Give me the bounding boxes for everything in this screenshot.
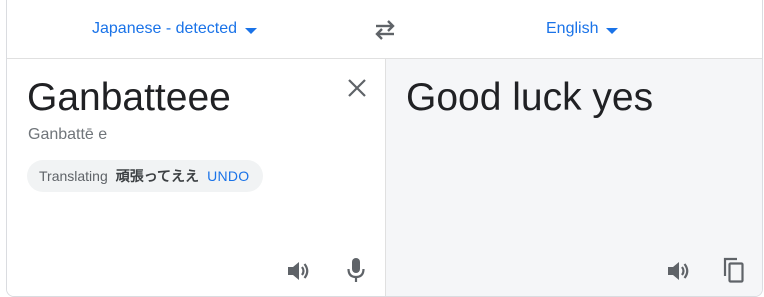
translating-chip: Translating 頑張ってええ UNDO bbox=[27, 160, 264, 192]
undo-button[interactable]: UNDO bbox=[207, 168, 249, 184]
target-language-selector[interactable]: English bbox=[546, 17, 619, 41]
caret-down-icon bbox=[245, 27, 257, 34]
source-language-label: Japanese - detected bbox=[92, 20, 237, 37]
target-panel: Good luck yes bbox=[385, 59, 762, 296]
speaker-icon bbox=[288, 262, 309, 280]
chip-term: 頑張ってええ bbox=[115, 169, 200, 185]
language-bar: Japanese - detected English bbox=[7, 0, 762, 59]
chip-label: Translating bbox=[39, 168, 108, 184]
translate-card: Japanese - detected English Ganbatteee G… bbox=[6, 0, 763, 297]
target-language-label: English bbox=[546, 20, 599, 37]
translation-output: Good luck yes bbox=[406, 76, 654, 119]
speaker-icon bbox=[668, 262, 689, 280]
voice-input-button[interactable] bbox=[342, 256, 370, 284]
swap-languages-icon bbox=[375, 20, 395, 40]
microphone-icon bbox=[347, 258, 365, 282]
caret-down-icon bbox=[606, 27, 619, 34]
copy-translation-button[interactable] bbox=[720, 256, 748, 284]
transliteration: Ganbattē e bbox=[28, 126, 108, 143]
source-language-selector[interactable]: Japanese - detected bbox=[92, 17, 257, 41]
close-icon bbox=[348, 79, 366, 97]
source-panel: Ganbatteee Ganbattē e Translating 頑張ってええ… bbox=[7, 59, 385, 296]
swap-languages-button[interactable] bbox=[371, 16, 399, 44]
copy-icon bbox=[723, 257, 744, 283]
listen-translation-button[interactable] bbox=[665, 257, 693, 285]
clear-source-button[interactable] bbox=[345, 76, 369, 100]
listen-source-button[interactable] bbox=[285, 257, 313, 285]
source-text-input[interactable]: Ganbatteee bbox=[27, 75, 231, 121]
